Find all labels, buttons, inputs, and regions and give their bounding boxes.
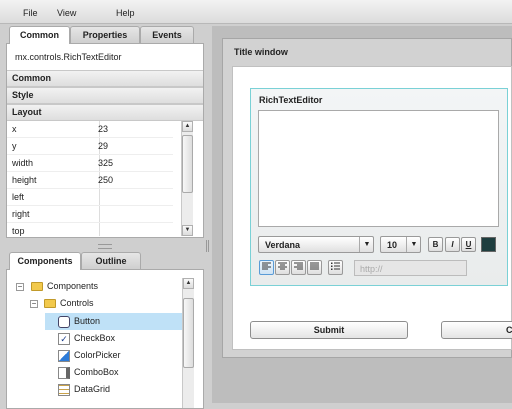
tree-item-button[interactable]: Button <box>45 313 182 330</box>
collapse-icon[interactable]: − <box>16 283 24 291</box>
components-tree: − Components − Controls Button ✓ CheckBo… <box>6 269 204 409</box>
align-center-icon[interactable] <box>275 260 290 275</box>
property-row[interactable]: y 29 <box>7 138 173 155</box>
bold-button[interactable]: B <box>428 237 443 252</box>
components-panel: Components Outline − Components − Contro… <box>6 252 204 409</box>
tab-components[interactable]: Components <box>9 252 81 270</box>
splitter-grip-icon[interactable] <box>98 244 112 249</box>
tree-item-combobox[interactable]: ComboBox <box>45 364 182 381</box>
section-common[interactable]: Common <box>7 70 203 87</box>
tab-outline[interactable]: Outline <box>81 252 141 269</box>
section-layout[interactable]: Layout <box>7 104 203 121</box>
chevron-down-icon: ▼ <box>359 237 374 252</box>
property-row[interactable]: right <box>7 206 173 223</box>
combobox-control-icon <box>58 367 70 379</box>
property-grid: x 23 y 29 width 325 height 250 left right to… <box>7 121 185 236</box>
property-row[interactable]: x 23 <box>7 121 173 138</box>
font-size-select[interactable]: 10 ▼ <box>380 236 421 253</box>
property-row[interactable]: width 325 <box>7 155 173 172</box>
tab-events[interactable]: Events <box>140 26 194 43</box>
underline-button[interactable]: U <box>461 237 476 252</box>
align-justify-icon[interactable] <box>307 260 322 275</box>
scroll-thumb[interactable] <box>182 135 193 193</box>
scroll-up-icon[interactable]: ▲ <box>182 121 193 132</box>
tree-item-datagrid[interactable]: DataGrid <box>45 381 182 398</box>
color-swatch-button[interactable] <box>481 237 496 252</box>
menu-help[interactable]: Help <box>116 8 135 18</box>
components-scrollbar[interactable]: ▲ <box>182 278 194 408</box>
section-style[interactable]: Style <box>7 87 203 104</box>
cancel-button[interactable]: C <box>441 321 512 339</box>
property-row[interactable]: left <box>7 189 173 206</box>
align-right-icon[interactable] <box>291 260 306 275</box>
menu-bar: File View Help <box>0 0 512 24</box>
scroll-down-icon[interactable]: ▼ <box>182 225 193 236</box>
chevron-down-icon: ▼ <box>406 237 421 252</box>
datagrid-control-icon <box>58 384 70 396</box>
colorpicker-control-icon <box>58 350 70 362</box>
tree-item-colorpicker[interactable]: ColorPicker <box>45 347 182 364</box>
component-path: mx.controls.RichTextEditor <box>15 52 122 62</box>
properties-scrollbar[interactable]: ▲ ▼ <box>181 121 193 236</box>
menu-file[interactable]: File <box>23 8 38 18</box>
scroll-thumb[interactable] <box>183 298 194 368</box>
properties-panel: Common Properties Events mx.controls.Ric… <box>6 26 204 238</box>
scroll-up-icon[interactable]: ▲ <box>183 278 194 289</box>
rte-title: RichTextEditor <box>259 95 323 105</box>
submit-button[interactable]: Submit <box>250 321 408 339</box>
checkbox-control-icon: ✓ <box>58 333 70 345</box>
property-row[interactable]: height 250 <box>7 172 173 189</box>
bullet-list-icon[interactable] <box>328 260 343 275</box>
align-left-icon[interactable] <box>259 260 274 275</box>
rte-text-area[interactable] <box>258 110 499 227</box>
vertical-splitter-icon[interactable] <box>206 240 209 252</box>
tree-item-checkbox[interactable]: ✓ CheckBox <box>45 330 182 347</box>
button-control-icon <box>58 316 70 328</box>
collapse-icon[interactable]: − <box>30 300 38 308</box>
tree-node-components[interactable]: − Components <box>7 278 182 295</box>
menu-view[interactable]: View <box>57 8 76 18</box>
folder-icon <box>31 282 43 291</box>
folder-icon <box>44 299 56 308</box>
link-url-input[interactable]: http:// <box>354 260 467 276</box>
title-window-title: Title window <box>234 47 288 57</box>
font-family-select[interactable]: Verdana ▼ <box>258 236 374 253</box>
italic-button[interactable]: I <box>445 237 460 252</box>
properties-body: mx.controls.RichTextEditor Common Style … <box>6 43 204 238</box>
tree-node-controls[interactable]: − Controls <box>7 295 182 312</box>
tab-properties[interactable]: Properties <box>70 26 140 43</box>
tab-common[interactable]: Common <box>9 26 70 44</box>
property-row[interactable]: top <box>7 223 173 236</box>
